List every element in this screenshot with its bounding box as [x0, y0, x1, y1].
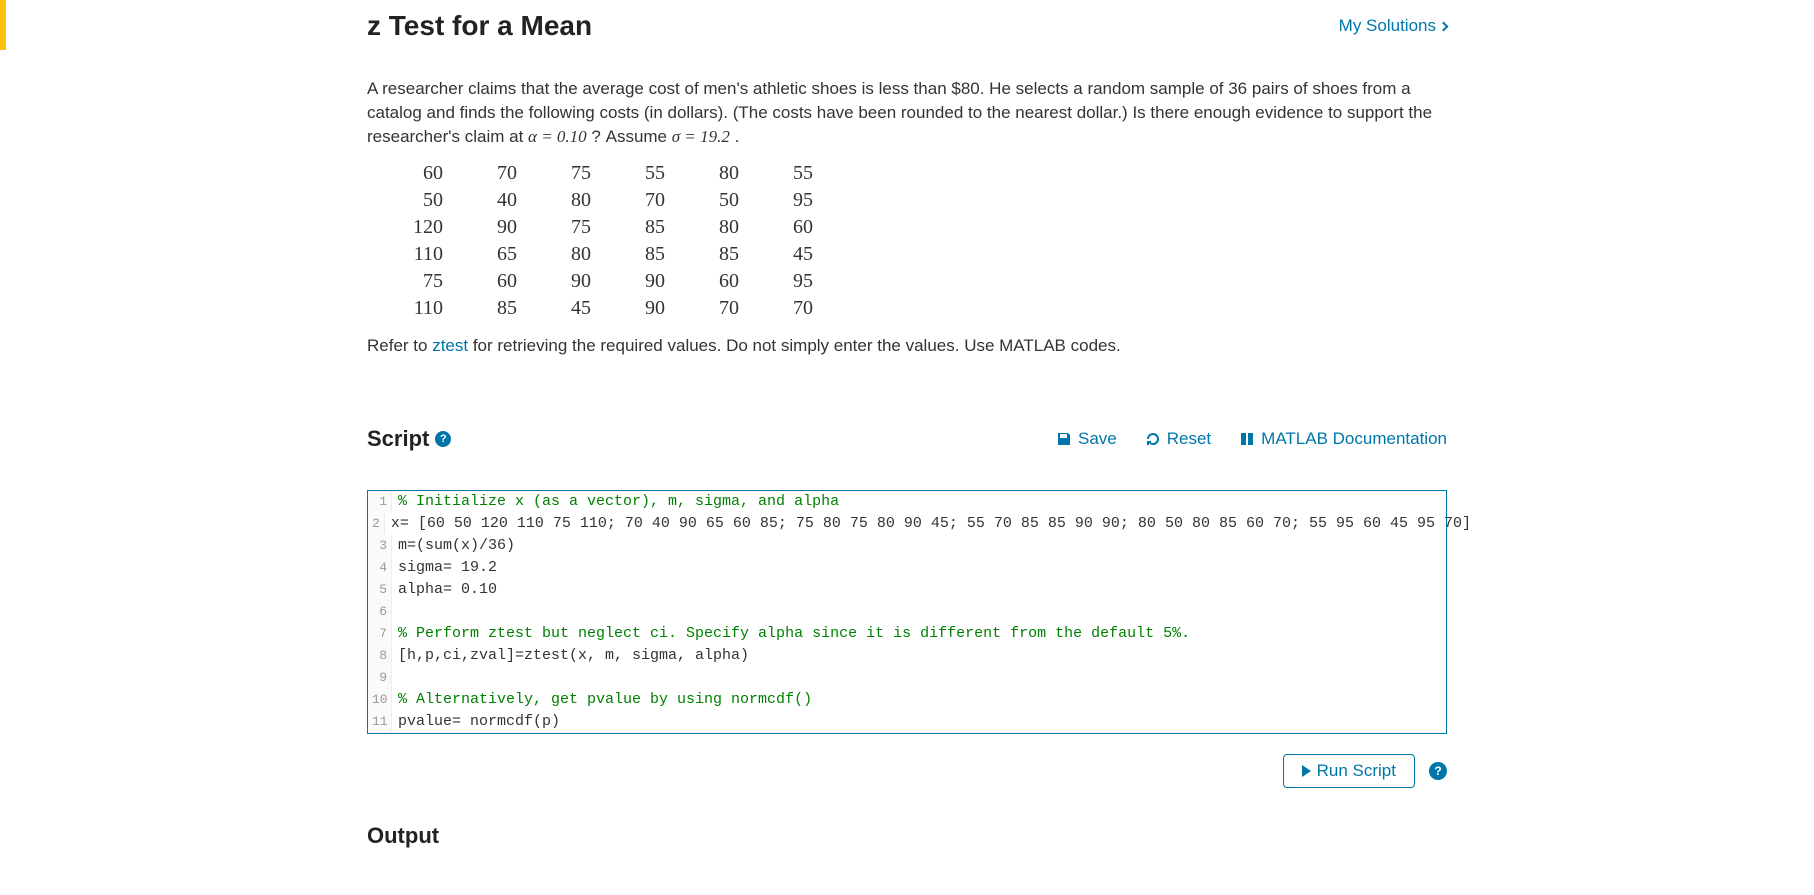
table-cell: 90 — [545, 270, 617, 295]
table-cell: 75 — [545, 162, 617, 187]
script-heading: Script ? — [367, 426, 451, 452]
line-number: 4 — [368, 557, 392, 579]
line-number: 2 — [368, 513, 385, 535]
data-table: 6070755580555040807050951209075858060110… — [385, 160, 841, 324]
help-icon[interactable]: ? — [435, 431, 451, 447]
save-button[interactable]: Save — [1056, 429, 1117, 449]
table-cell: 90 — [471, 216, 543, 241]
reset-icon — [1145, 431, 1161, 447]
table-cell: 60 — [767, 216, 839, 241]
table-cell: 80 — [693, 216, 765, 241]
table-row: 1106580858545 — [387, 243, 839, 268]
table-row: 504080705095 — [387, 189, 839, 214]
problem-description: A researcher claims that the average cos… — [367, 77, 1447, 148]
table-cell: 80 — [693, 162, 765, 187]
table-cell: 70 — [767, 297, 839, 322]
table-cell: 90 — [619, 297, 691, 322]
play-icon — [1302, 765, 1311, 777]
output-heading: Output — [367, 823, 1447, 849]
code-content[interactable]: % Perform ztest but neglect ci. Specify … — [392, 623, 1446, 645]
editor-line[interactable]: 7% Perform ztest but neglect ci. Specify… — [368, 623, 1446, 645]
table-cell: 65 — [471, 243, 543, 268]
editor-line[interactable]: 1% Initialize x (as a vector), m, sigma,… — [368, 491, 1446, 513]
table-cell: 60 — [693, 270, 765, 295]
table-cell: 50 — [387, 189, 469, 214]
table-cell: 110 — [387, 297, 469, 322]
line-number: 6 — [368, 601, 392, 623]
table-row: 1209075858060 — [387, 216, 839, 241]
table-cell: 50 — [693, 189, 765, 214]
table-cell: 70 — [693, 297, 765, 322]
line-number: 8 — [368, 645, 392, 667]
editor-line[interactable]: 5alpha= 0.10 — [368, 579, 1446, 601]
editor-line[interactable]: 9 — [368, 667, 1446, 689]
code-content[interactable]: sigma= 19.2 — [392, 557, 1446, 579]
table-cell: 85 — [471, 297, 543, 322]
page-title: z Test for a Mean — [367, 10, 592, 42]
instruction-line: Refer to ztest for retrieving the requir… — [367, 336, 1447, 356]
my-solutions-link[interactable]: My Solutions — [1339, 16, 1447, 36]
table-cell: 95 — [767, 270, 839, 295]
code-content[interactable] — [392, 601, 1446, 623]
editor-line[interactable]: 8[h,p,ci,zval]=ztest(x, m, sigma, alpha) — [368, 645, 1446, 667]
editor-line[interactable]: 6 — [368, 601, 1446, 623]
code-content[interactable]: alpha= 0.10 — [392, 579, 1446, 601]
line-number: 9 — [368, 667, 392, 689]
editor-line[interactable]: 4sigma= 19.2 — [368, 557, 1446, 579]
save-icon — [1056, 431, 1072, 447]
table-cell: 90 — [619, 270, 691, 295]
table-cell: 75 — [545, 216, 617, 241]
line-number: 5 — [368, 579, 392, 601]
table-cell: 60 — [471, 270, 543, 295]
table-cell: 120 — [387, 216, 469, 241]
reset-button[interactable]: Reset — [1145, 429, 1211, 449]
code-content[interactable]: % Alternatively, get pvalue by using nor… — [392, 689, 1446, 711]
editor-line[interactable]: 10% Alternatively, get pvalue by using n… — [368, 689, 1446, 711]
code-content[interactable]: pvalue= normcdf(p) — [392, 711, 1446, 733]
table-cell: 85 — [619, 216, 691, 241]
line-number: 10 — [368, 689, 392, 711]
table-row: 1108545907070 — [387, 297, 839, 322]
code-content[interactable]: [h,p,ci,zval]=ztest(x, m, sigma, alpha) — [392, 645, 1446, 667]
table-cell: 80 — [545, 189, 617, 214]
code-content[interactable]: % Initialize x (as a vector), m, sigma, … — [392, 491, 1446, 513]
table-cell: 40 — [471, 189, 543, 214]
table-row: 756090906095 — [387, 270, 839, 295]
table-cell: 85 — [693, 243, 765, 268]
table-cell: 60 — [387, 162, 469, 187]
line-number: 1 — [368, 491, 392, 513]
run-help-icon[interactable]: ? — [1429, 762, 1447, 780]
table-cell: 70 — [619, 189, 691, 214]
editor-line[interactable]: 2x= [60 50 120 110 75 110; 70 40 90 65 6… — [368, 513, 1446, 535]
code-editor[interactable]: 1% Initialize x (as a vector), m, sigma,… — [367, 490, 1447, 734]
table-row: 607075558055 — [387, 162, 839, 187]
table-cell: 55 — [619, 162, 691, 187]
table-cell: 85 — [619, 243, 691, 268]
table-cell: 55 — [767, 162, 839, 187]
my-solutions-label: My Solutions — [1339, 16, 1436, 36]
chevron-right-icon — [1439, 21, 1449, 31]
code-content[interactable]: x= [60 50 120 110 75 110; 70 40 90 65 60… — [385, 513, 1477, 535]
table-cell: 45 — [545, 297, 617, 322]
editor-line[interactable]: 3m=(sum(x)/36) — [368, 535, 1446, 557]
editor-line[interactable]: 11pvalue= normcdf(p) — [368, 711, 1446, 733]
run-script-button[interactable]: Run Script — [1283, 754, 1415, 788]
table-cell: 70 — [471, 162, 543, 187]
book-icon — [1239, 431, 1255, 447]
documentation-link[interactable]: MATLAB Documentation — [1239, 429, 1447, 449]
table-cell: 45 — [767, 243, 839, 268]
line-number: 11 — [368, 711, 392, 733]
line-number: 3 — [368, 535, 392, 557]
table-cell: 75 — [387, 270, 469, 295]
code-content[interactable]: m=(sum(x)/36) — [392, 535, 1446, 557]
code-content[interactable] — [392, 667, 1446, 689]
line-number: 7 — [368, 623, 392, 645]
table-cell: 110 — [387, 243, 469, 268]
table-cell: 95 — [767, 189, 839, 214]
table-cell: 80 — [545, 243, 617, 268]
ztest-link[interactable]: ztest — [432, 336, 468, 355]
